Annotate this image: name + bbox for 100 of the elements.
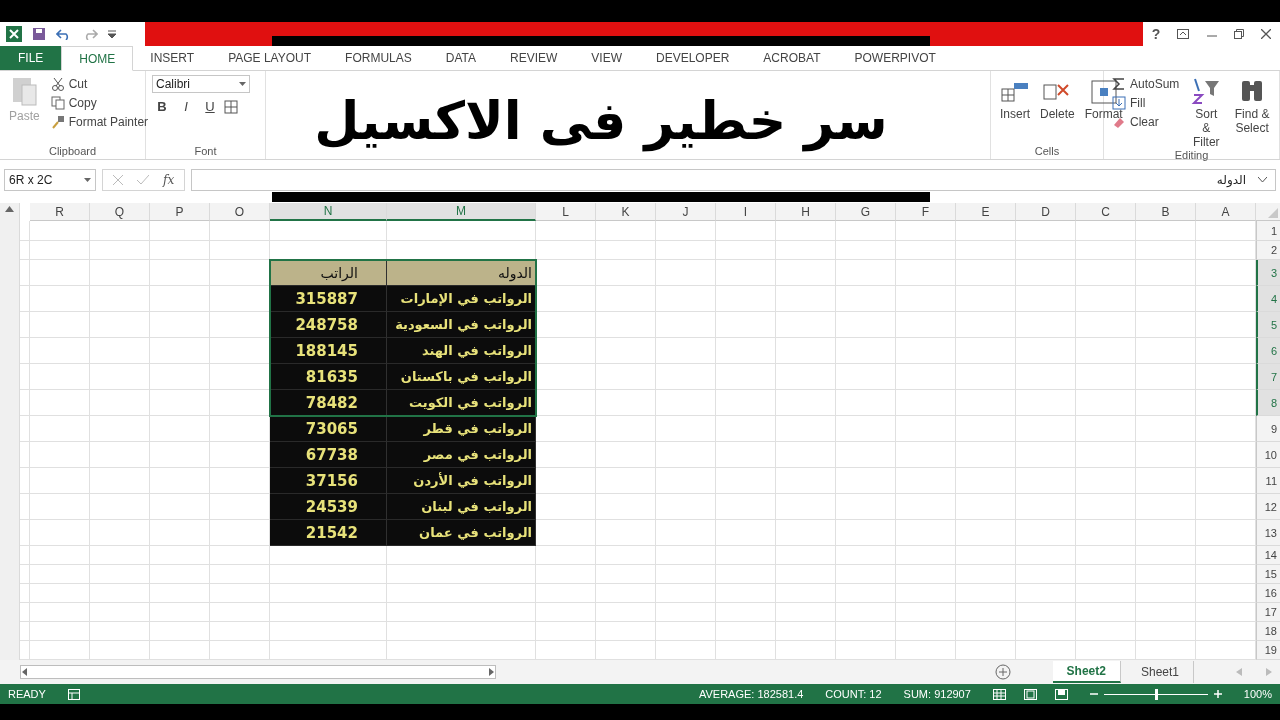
scroll-right-icon (1266, 668, 1272, 676)
header-cell: الراتب (270, 260, 387, 286)
table-cell: 37156 (270, 468, 387, 494)
ribbon-tab[interactable]: ACROBAT (746, 46, 838, 70)
column-header[interactable]: L (536, 203, 596, 221)
table-cell: الرواتب في قطر (387, 416, 536, 442)
row-header[interactable]: 6 (1256, 338, 1280, 364)
file-tab[interactable]: FILE (0, 46, 62, 70)
column-header[interactable]: C (1076, 203, 1136, 221)
horizontal-scrollbar[interactable] (20, 665, 496, 679)
borders-icon (224, 99, 238, 114)
column-header[interactable]: K (596, 203, 656, 221)
row-header[interactable]: 15 (1256, 565, 1280, 584)
up-arrow-icon (5, 206, 14, 212)
name-box[interactable]: 6R x 2C (4, 169, 96, 191)
delete-button[interactable]: Delete (1037, 75, 1078, 145)
column-header[interactable]: J (656, 203, 716, 221)
row-header[interactable]: 2 (1256, 241, 1280, 260)
sheet-tab[interactable]: Sheet2 (1052, 661, 1121, 683)
underline-button[interactable]: U (200, 99, 220, 114)
column-header[interactable]: N (270, 203, 387, 221)
table-cell: 248758 (270, 312, 387, 338)
column-header[interactable]: E (956, 203, 1016, 221)
column-header[interactable]: G (836, 203, 896, 221)
column-header[interactable]: O (210, 203, 270, 221)
ribbon-tab[interactable]: REVIEW (493, 46, 575, 70)
save-icon (32, 27, 46, 41)
ribbon-tab[interactable]: HOME (61, 46, 134, 71)
cut-button[interactable]: Cut (48, 75, 151, 93)
row-header[interactable]: 1 (1256, 221, 1280, 241)
column-header[interactable]: R (30, 203, 90, 221)
check-icon (137, 175, 149, 185)
zoom-thumb[interactable] (1154, 688, 1158, 700)
column-header[interactable]: B (1136, 203, 1196, 221)
table-cell: الرواتب في مصر (387, 442, 536, 468)
row-header[interactable]: 5 (1256, 312, 1280, 338)
caret-icon (84, 178, 91, 182)
table-cell: الرواتب في السعودية (387, 312, 536, 338)
ribbon-tab[interactable]: PAGE LAYOUT (211, 46, 329, 70)
column-header[interactable]: D (1016, 203, 1076, 221)
sort-filter-button[interactable]: Sort & Filter (1187, 75, 1226, 149)
table-cell: الرواتب في الإمارات (387, 286, 536, 312)
copy-button[interactable]: Copy (48, 94, 151, 112)
vertical-scrollbar[interactable] (0, 203, 20, 660)
row-header[interactable]: 14 (1256, 546, 1280, 565)
row-header[interactable]: 13 (1256, 520, 1280, 546)
brush-icon (50, 115, 65, 129)
table-cell: الرواتب في الكويت (387, 390, 536, 416)
row-header[interactable]: 19 (1256, 641, 1280, 660)
table-cell: 73065 (270, 416, 387, 442)
row-header[interactable]: 11 (1256, 468, 1280, 494)
ribbon-tab[interactable]: INSERT (133, 46, 212, 70)
help-button[interactable]: ? (1151, 26, 1161, 42)
sigma-icon (1112, 77, 1126, 91)
row-header[interactable]: 7 (1256, 364, 1280, 390)
row-header[interactable]: 10 (1256, 442, 1280, 468)
column-header[interactable]: M (387, 203, 536, 221)
column-header[interactable]: H (776, 203, 836, 221)
row-header[interactable]: 16 (1256, 584, 1280, 603)
expand-icon (1258, 177, 1267, 183)
column-header[interactable]: A (1196, 203, 1256, 221)
table-cell: 67738 (270, 442, 387, 468)
ribbon-tab[interactable]: VIEW (574, 46, 639, 70)
row-header[interactable]: 12 (1256, 494, 1280, 520)
bold-button[interactable]: B (152, 99, 172, 114)
column-header[interactable]: F (896, 203, 956, 221)
group-label: Editing (1173, 149, 1210, 161)
row-header[interactable]: 17 (1256, 603, 1280, 622)
row-header[interactable]: 8 (1256, 390, 1280, 416)
header-cell: الدوله (387, 260, 536, 286)
row-header[interactable]: 9 (1256, 416, 1280, 442)
ribbon-tab[interactable]: DEVELOPER (639, 46, 747, 70)
ribbon-tab[interactable]: DATA (428, 46, 493, 70)
insert-button[interactable]: Insert (997, 75, 1033, 145)
page-layout-icon (1023, 688, 1037, 700)
find-select-button[interactable]: Find & Select (1231, 75, 1273, 149)
table-cell: 315887 (270, 286, 387, 312)
sheet-tab[interactable]: Sheet1 (1126, 661, 1194, 683)
copy-icon (50, 96, 65, 110)
select-all-corner[interactable] (1256, 203, 1280, 221)
format-painter-button[interactable]: Format Painter (48, 113, 151, 131)
italic-button[interactable]: I (176, 99, 196, 114)
column-header[interactable]: P (150, 203, 210, 221)
zoom-level[interactable]: 100% (1243, 688, 1272, 700)
row-header[interactable]: 4 (1256, 286, 1280, 312)
column-header[interactable]: Q (90, 203, 150, 221)
insert-function-button[interactable]: fx (163, 173, 175, 187)
row-header[interactable]: 18 (1256, 622, 1280, 641)
ribbon-tab[interactable]: FORMULAS (328, 46, 429, 70)
customize-icon (108, 30, 116, 38)
table-cell: 24539 (270, 494, 387, 520)
table-cell: الرواتب في عمان (387, 520, 536, 546)
ribbon-tab[interactable]: POWERPIVOT (837, 46, 953, 70)
formula-field[interactable]: الدوله (191, 169, 1276, 191)
row-header[interactable]: 3 (1256, 260, 1280, 286)
add-sheet-icon (994, 664, 1011, 680)
font-family-dropdown[interactable]: Calibri (152, 75, 250, 93)
close-icon (1261, 29, 1272, 39)
column-header[interactable]: I (716, 203, 776, 221)
scissors-icon (50, 77, 65, 91)
